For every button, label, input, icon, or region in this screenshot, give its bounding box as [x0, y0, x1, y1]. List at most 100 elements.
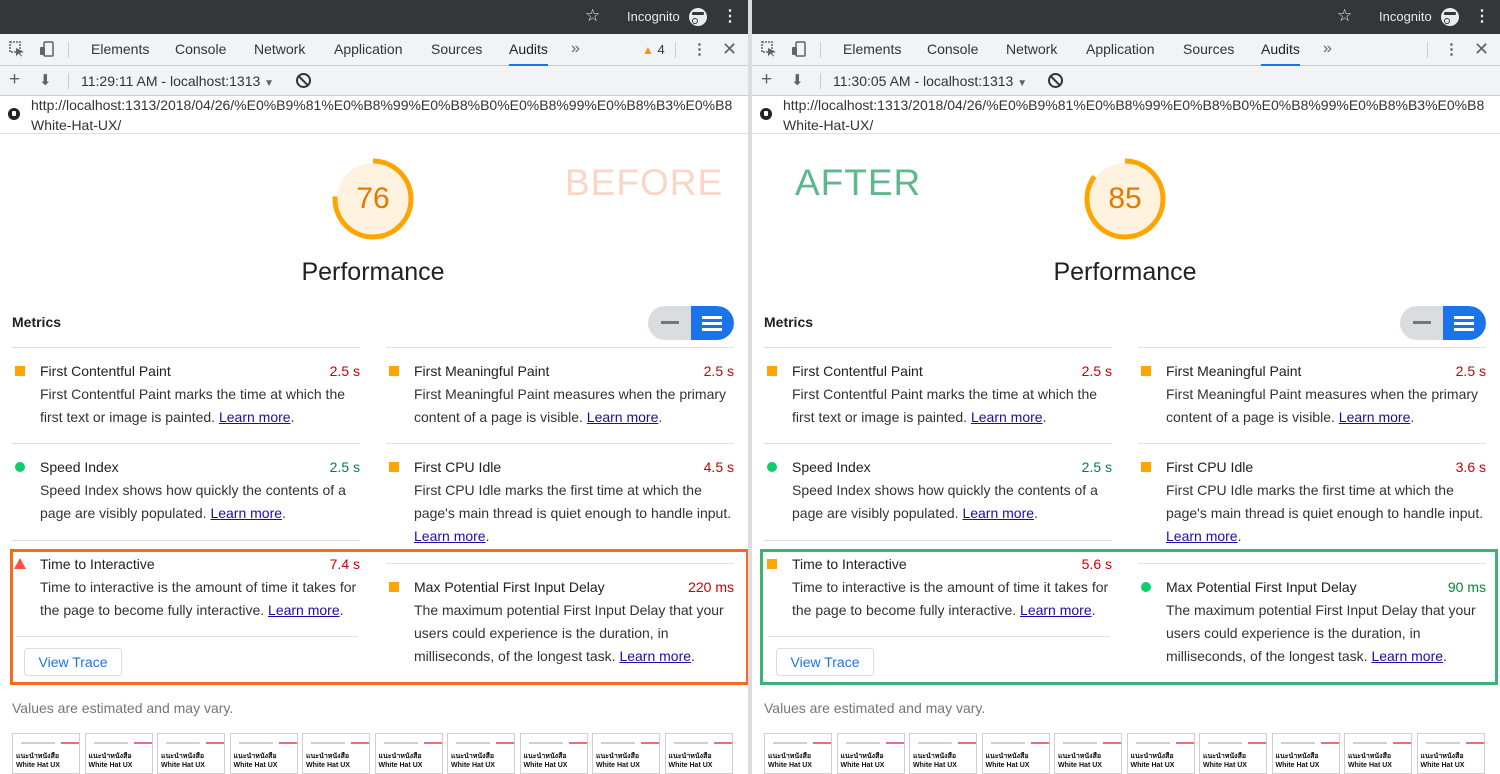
audits-toolbar: + ⬇ 11:30:05 AM - localhost:1313 ▼: [752, 66, 1500, 96]
average-square-icon: [15, 366, 25, 376]
toolbar-separator: [675, 42, 676, 58]
devtools-tabbar: Elements Console Network Application Sources…: [752, 34, 1500, 66]
metric-fci: First CPU Idle 3.6 s First CPU Idle mark…: [1138, 456, 1486, 548]
download-report-icon[interactable]: ⬇: [791, 71, 804, 89]
tab-elements[interactable]: Elements: [843, 34, 901, 66]
url-line[interactable]: http://localhost:1313/2018/04/26/%E0%B9%…: [31, 97, 732, 113]
metrics-heading: Metrics: [12, 314, 62, 330]
bookmark-star-icon[interactable]: ☆: [1337, 6, 1352, 26]
toolbar-separator: [68, 42, 69, 58]
divider: [1138, 443, 1486, 444]
metrics-view-toggle[interactable]: [1400, 306, 1486, 340]
average-square-icon: [767, 366, 777, 376]
learn-more-link[interactable]: Learn more: [219, 409, 291, 425]
metric-value: 2.5 s: [329, 459, 360, 475]
site-info-icon: [760, 108, 772, 120]
filmstrip-frame: แนะนำหนังสือ White Hat UX: [84, 733, 153, 774]
tab-audits[interactable]: Audits: [509, 34, 548, 66]
filmstrip-frame: แนะนำหนังสือ White Hat UX: [374, 733, 443, 774]
metric-description: First CPU Idle marks the first time at w…: [1166, 482, 1484, 544]
browser-menu-icon[interactable]: ⋮: [722, 6, 738, 26]
metrics-view-toggle[interactable]: [648, 306, 734, 340]
new-audit-plus-icon[interactable]: +: [9, 69, 20, 91]
divider: [386, 347, 734, 348]
tab-network[interactable]: Network: [254, 34, 305, 66]
tab-elements[interactable]: Elements: [91, 34, 149, 66]
browser-menu-icon[interactable]: ⋮: [1474, 6, 1490, 26]
device-toolbar-icon[interactable]: [39, 41, 55, 57]
url-line[interactable]: White-Hat-UX/: [783, 117, 873, 133]
clear-reports-icon[interactable]: [1048, 73, 1063, 88]
learn-more-link[interactable]: Learn more: [414, 528, 486, 544]
after-highlight-box: [760, 549, 1498, 685]
metric-fmp: First Meaningful Paint 2.5 s First Meani…: [386, 360, 734, 429]
performance-score: 85: [1108, 182, 1142, 215]
dropdown-caret-icon: ▼: [264, 78, 275, 89]
report-url: http://localhost:1313/2018/04/26/%E0%B9%…: [0, 96, 748, 134]
learn-more-link[interactable]: Learn more: [971, 409, 1043, 425]
bookmark-star-icon[interactable]: ☆: [585, 6, 600, 26]
expanded-view-icon[interactable]: [691, 306, 734, 340]
tab-sources[interactable]: Sources: [431, 34, 482, 66]
tab-application[interactable]: Application: [1086, 34, 1155, 66]
inspect-element-icon[interactable]: [761, 41, 777, 57]
filmstrip-frame: แนะนำหนังสือ White Hat UX: [1199, 733, 1267, 774]
site-info-icon: [8, 108, 20, 120]
after-stamp: AFTER: [795, 162, 922, 203]
performance-title: Performance: [301, 258, 445, 286]
learn-more-link[interactable]: Learn more: [962, 505, 1034, 521]
report-selector[interactable]: 11:29:11 AM - localhost:1313 ▼: [81, 73, 274, 89]
device-toolbar-icon[interactable]: [791, 41, 807, 57]
performance-title: Performance: [1053, 258, 1197, 286]
filmstrip-frame: แนะนำหนังสือ White Hat UX: [12, 733, 80, 774]
tab-console[interactable]: Console: [927, 34, 978, 66]
metric-value: 3.6 s: [1455, 459, 1486, 475]
performance-score-gauge[interactable]: 85: [1082, 156, 1168, 242]
filmstrip-frame: แนะนำหนังสือ White Hat UX: [592, 733, 660, 774]
metrics-heading: Metrics: [764, 314, 814, 330]
more-tabs-chevron-icon[interactable]: »: [1323, 40, 1332, 58]
url-line[interactable]: http://localhost:1313/2018/04/26/%E0%B9%…: [783, 97, 1484, 113]
close-devtools-icon[interactable]: ✕: [1474, 39, 1489, 60]
inspect-element-icon[interactable]: [9, 41, 25, 57]
metric-title: First Meaningful Paint: [414, 363, 550, 379]
tab-audits[interactable]: Audits: [1261, 34, 1300, 66]
incognito-icon: [689, 8, 707, 26]
download-report-icon[interactable]: ⬇: [39, 71, 52, 89]
url-line[interactable]: White-Hat-UX/: [31, 117, 121, 133]
learn-more-link[interactable]: Learn more: [1166, 528, 1238, 544]
learn-more-link[interactable]: Learn more: [210, 505, 282, 521]
performance-score: 76: [356, 182, 390, 215]
average-square-icon: [389, 462, 399, 472]
before-highlight-box: [10, 549, 748, 685]
compact-view-icon[interactable]: [1400, 306, 1443, 340]
compact-view-icon[interactable]: [648, 306, 691, 340]
report-selector[interactable]: 11:30:05 AM - localhost:1313 ▼: [833, 73, 1027, 89]
devtools-menu-icon[interactable]: ⋮: [692, 40, 707, 58]
pass-circle-icon: [15, 462, 25, 472]
metric-value: 4.5 s: [703, 459, 734, 475]
filmstrip-frame: แนะนำหนังสือ White Hat UX: [447, 733, 515, 774]
metric-value: 2.5 s: [329, 363, 360, 379]
devtools-menu-icon[interactable]: ⋮: [1444, 40, 1459, 58]
learn-more-link[interactable]: Learn more: [1339, 409, 1411, 425]
performance-score-gauge[interactable]: 76: [330, 156, 416, 242]
tab-console[interactable]: Console: [175, 34, 226, 66]
tab-network[interactable]: Network: [1006, 34, 1057, 66]
metric-description: First Contentful Paint marks the time at…: [792, 386, 1098, 425]
metric-fcp: First Contentful Paint 2.5 s First Conte…: [764, 360, 1112, 429]
tab-application[interactable]: Application: [334, 34, 403, 66]
metric-title: Speed Index: [40, 459, 119, 475]
warning-count[interactable]: ▲ 4: [642, 42, 665, 57]
close-devtools-icon[interactable]: ✕: [722, 39, 737, 60]
tab-sources[interactable]: Sources: [1183, 34, 1234, 66]
clear-reports-icon[interactable]: [296, 73, 311, 88]
new-audit-plus-icon[interactable]: +: [761, 69, 772, 91]
metric-value: 2.5 s: [1081, 459, 1112, 475]
expanded-view-icon[interactable]: [1443, 306, 1486, 340]
report-url: http://localhost:1313/2018/04/26/%E0%B9%…: [752, 96, 1500, 134]
browser-topbar: ☆ Incognito ⋮: [0, 0, 748, 34]
estimate-note: Values are estimated and may vary.: [764, 700, 986, 716]
more-tabs-chevron-icon[interactable]: »: [571, 40, 580, 58]
learn-more-link[interactable]: Learn more: [587, 409, 659, 425]
